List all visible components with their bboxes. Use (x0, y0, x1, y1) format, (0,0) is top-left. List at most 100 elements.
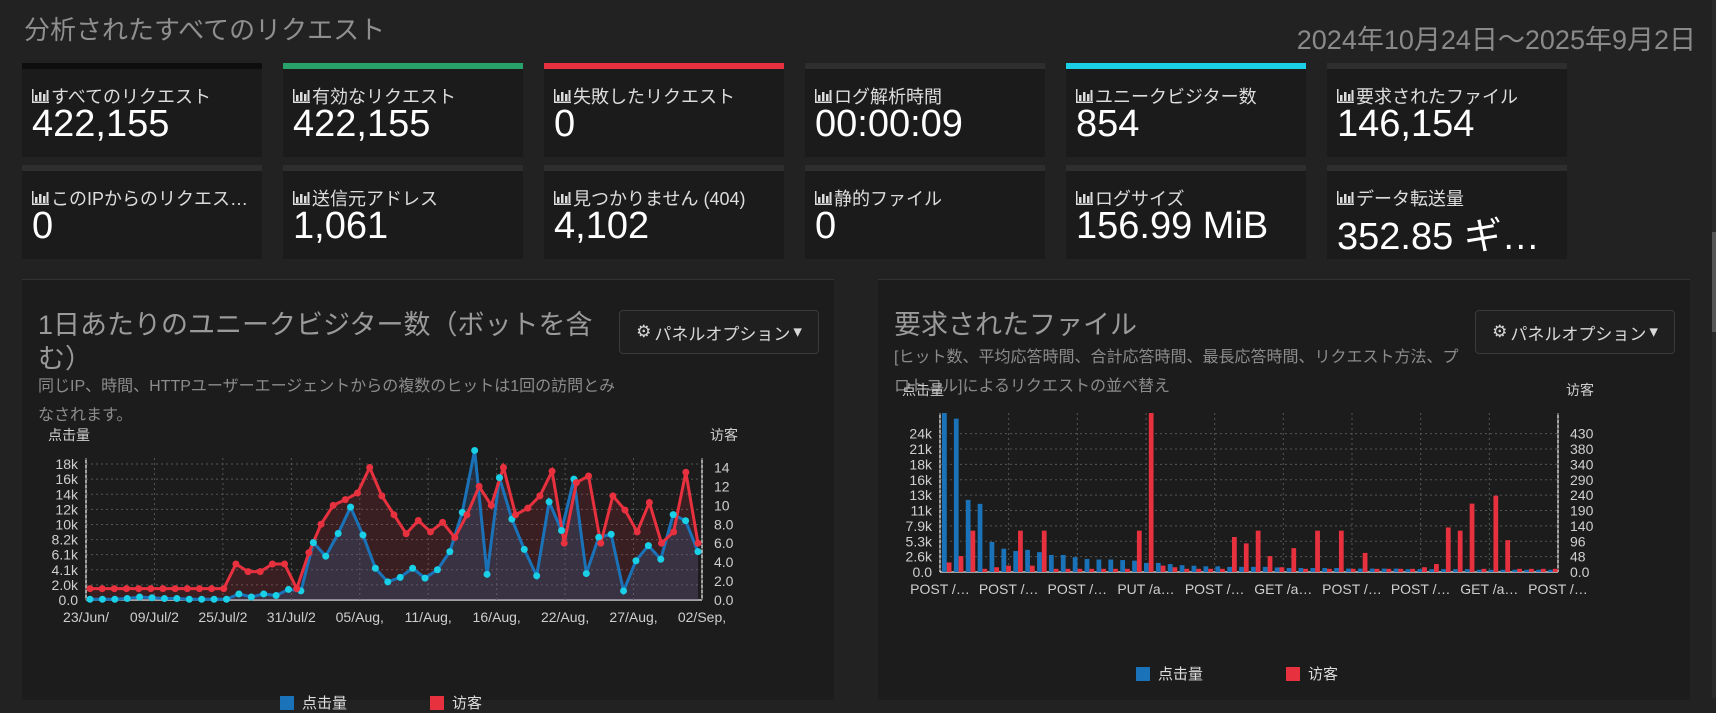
page-scrollbar[interactable] (1712, 0, 1716, 698)
bar-chart-icon (815, 191, 832, 205)
hits-point (334, 530, 342, 538)
x-tick-label: 16/Aug, (473, 609, 521, 625)
hits-bar (1298, 568, 1304, 572)
y-tick-label-left: 16k (55, 471, 79, 487)
bar-chart-icon (1076, 89, 1093, 103)
hits-point (396, 573, 404, 581)
x-tick-label: POST /… (979, 581, 1039, 597)
hits-point (160, 594, 168, 602)
hits-bar (1476, 569, 1482, 572)
hits-point (694, 548, 702, 556)
card-label: 失敗したリクエスト (573, 87, 735, 107)
visitors-line-chart: 点击量 访客0.02.0k4.1k6.1k8.2k10k12k14k16k18k0… (48, 427, 738, 625)
hits-bar (1488, 569, 1494, 572)
hits-point (198, 595, 206, 603)
hits-point (111, 595, 119, 603)
legend-visitors[interactable]: 访客 (1286, 663, 1338, 684)
y-axis-label-right: 访客 (1566, 382, 1594, 398)
visitors-point (171, 585, 179, 593)
visitors-bar (1220, 568, 1225, 572)
visitors-point (670, 528, 678, 536)
visitors-point (536, 492, 544, 500)
card-data-transfer: データ転送量 352.85 ギ… (1327, 165, 1567, 259)
card-failed-requests: 失敗したリクエスト 0 (544, 63, 784, 157)
visitors-point (281, 560, 289, 568)
y-tick-label-right: 0.0 (714, 592, 734, 608)
hits-bar (1167, 564, 1173, 572)
hits-bar (1096, 559, 1102, 572)
card-value: 146,154 (1337, 103, 1475, 145)
visitors-point (451, 534, 459, 542)
visitors-bar (1208, 568, 1213, 572)
hits-bar (1334, 568, 1339, 572)
visitors-bar (1517, 568, 1522, 572)
visitors-bar (1053, 568, 1059, 572)
visitors-point (512, 511, 520, 519)
hits-point (682, 517, 690, 525)
hits-bar (1203, 566, 1209, 572)
y-tick-label-left: 14k (55, 486, 79, 502)
y-tick-label-left: 12k (55, 501, 79, 517)
legend-hits[interactable]: 点击量 (1136, 663, 1203, 684)
y-tick-label-left: 8.2k (52, 532, 79, 548)
hits-bar (1357, 568, 1363, 572)
visitors-point (499, 463, 507, 471)
hits-point (123, 594, 131, 602)
x-tick-label: 11/Aug, (405, 609, 452, 625)
visitors-point (621, 506, 629, 514)
card-label: 静的ファイル (834, 189, 942, 209)
visitors-point (122, 585, 130, 593)
date-range: 2024年10月24日～2025年9月2日 (1296, 25, 1696, 55)
visitors-point (597, 539, 605, 547)
x-tick-label: 25/Jul/2 (198, 609, 247, 625)
hits-bar (1120, 560, 1126, 572)
visitors-point (159, 585, 167, 593)
card-value: 00:00:09 (815, 103, 963, 145)
visitors-bar (1410, 568, 1416, 572)
y-tick-label-left: 11k (910, 503, 933, 519)
visitors-bar (958, 556, 964, 572)
hits-bar (1251, 566, 1256, 572)
hits-bar (1227, 566, 1232, 572)
visitors-bar (1469, 503, 1475, 572)
hits-bar (1037, 552, 1042, 572)
y-axis-label-left: 点击量 (902, 382, 944, 398)
hits-bar (1048, 554, 1054, 572)
legend-label: 点击量 (1158, 666, 1204, 683)
y-tick-label-right: 0.0 (1570, 564, 1590, 580)
hits-point (483, 570, 491, 578)
visitors-bar (1267, 556, 1273, 572)
hits-bar (1179, 565, 1185, 572)
hits-bar (1310, 568, 1316, 572)
visitors-point (645, 498, 653, 506)
x-tick-label: GET /a… (1254, 581, 1312, 597)
hits-bar (977, 503, 983, 572)
x-tick-label: 09/Jul/2 (130, 609, 179, 625)
bar-chart-icon (554, 191, 571, 205)
visitors-point (658, 539, 666, 547)
bar-chart-icon (32, 191, 49, 205)
legend-hits[interactable]: 点击量 (280, 692, 347, 713)
visitors-point (317, 520, 325, 528)
card-requests-from-ip: このIPからのリクエス… 0 (22, 165, 262, 259)
y-tick-label-left: 4.1k (52, 562, 79, 578)
hits-point (322, 552, 330, 560)
visitors-bar (1552, 568, 1558, 572)
x-tick-label: 22/Aug, (541, 609, 589, 625)
visitors-point (378, 492, 386, 500)
visitors-bar (1172, 567, 1178, 572)
card-value: 352.85 ギ… (1337, 216, 1540, 258)
x-tick-label: POST /… (1185, 581, 1245, 597)
hits-point (222, 595, 230, 603)
legend-visitors[interactable]: 访客 (430, 692, 482, 713)
visitors-bar (1113, 568, 1118, 572)
x-tick-label: 05/Aug, (336, 609, 384, 625)
hits-bar (1464, 569, 1470, 572)
scrollbar-thumb[interactable] (1712, 232, 1716, 332)
card-total-requests: すべてのリクエスト 422,155 (22, 63, 262, 157)
hits-bar (1274, 567, 1280, 572)
hits-bar (965, 499, 971, 572)
legend-label: 访客 (1308, 666, 1339, 683)
card-valid-requests: 有効なリクエスト 422,155 (283, 63, 523, 157)
bar-chart-icon (293, 191, 310, 205)
